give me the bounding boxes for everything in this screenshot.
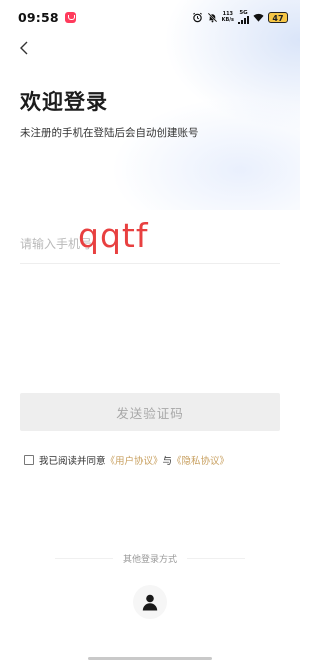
wifi-icon (253, 13, 264, 22)
divider-left (54, 558, 113, 559)
other-login-label: 其他登录方式 (122, 555, 177, 565)
mute-icon (207, 12, 217, 22)
signal-group: 5G (238, 10, 249, 24)
agreement-prefix: 我已阅读并同意 (39, 456, 106, 467)
home-indicator[interactable] (88, 657, 212, 660)
status-icons: 113 KB/s 5G 47 (192, 10, 288, 24)
status-bar: 09:58 113 KB/s 5G 47 (0, 0, 300, 34)
app-notification-icon (64, 11, 76, 23)
status-time: 09:58 (18, 9, 59, 25)
phone-input[interactable] (20, 232, 280, 256)
user-agreement-link[interactable]: 《用户协议》 (106, 453, 163, 467)
agreement-row: 我已阅读并同意 《用户协议》 与 《隐私协议》 (24, 453, 229, 467)
page-subtitle: 未注册的手机在登陆后会自动创建账号 (20, 127, 199, 139)
chevron-left-icon (20, 41, 28, 55)
page-title: 欢迎登录 (20, 90, 108, 114)
alarm-icon (192, 12, 202, 22)
signal-icon (238, 16, 249, 24)
other-login-section: 其他登录方式 (0, 552, 300, 565)
divider-right (187, 558, 245, 559)
user-icon (142, 594, 158, 610)
net-speed: 113 KB/s (222, 11, 234, 23)
send-code-button[interactable]: 发送验证码 (20, 393, 280, 431)
agree-checkbox[interactable] (24, 455, 34, 465)
back-button[interactable] (14, 38, 34, 58)
account-login-button[interactable] (133, 585, 167, 619)
agreement-conjunction: 与 (162, 456, 173, 467)
privacy-policy-link[interactable]: 《隐私协议》 (172, 453, 229, 467)
net-speed-unit: KB/s (221, 17, 234, 23)
battery-icon: 47 (268, 11, 288, 23)
phone-field: qqtf (20, 216, 280, 264)
